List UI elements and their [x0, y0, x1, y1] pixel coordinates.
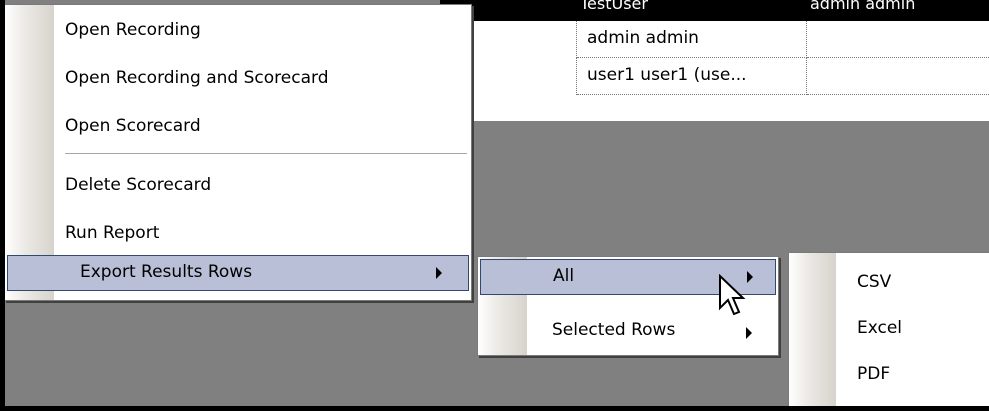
menu-item-label: Excel: [857, 318, 903, 338]
context-menu: Open Recording Open Recording and Scorec…: [4, 4, 472, 301]
menu-item-excel[interactable]: Excel: [789, 311, 989, 347]
menu-item-csv[interactable]: CSV: [789, 265, 989, 301]
table-row[interactable]: user1 user1 (use...: [440, 58, 989, 95]
menu-item-label: Open Recording and Scorecard: [65, 68, 329, 88]
menu-item-delete-scorecard[interactable]: Delete Scorecard: [5, 168, 471, 204]
menu-item-export-results-rows[interactable]: Export Results Rows: [7, 255, 469, 291]
mouse-pointer-icon: [719, 274, 746, 316]
menu-separator: [65, 153, 467, 155]
table-cell[interactable]: [807, 58, 989, 95]
window-border: [0, 406, 989, 411]
grid-header-cell: admin admin: [810, 0, 916, 13]
menu-item-label: Selected Rows: [552, 320, 676, 340]
grid-header-row: TestUser admin admin: [440, 0, 989, 21]
menu-item-selected-rows[interactable]: Selected Rows: [478, 313, 778, 349]
menu-item-pdf[interactable]: PDF: [789, 357, 989, 393]
menu-item-label: Run Report: [65, 223, 160, 243]
table-cell[interactable]: admin admin: [577, 21, 807, 58]
menu-item-label: Export Results Rows: [80, 262, 253, 282]
table-cell[interactable]: [807, 21, 989, 58]
table-cell[interactable]: user1 user1 (use...: [577, 58, 807, 95]
menu-item-open-recording[interactable]: Open Recording: [5, 13, 471, 49]
menu-item-label: All: [553, 266, 575, 286]
menu-item-open-recording-and-scorecard[interactable]: Open Recording and Scorecard: [5, 61, 471, 97]
format-submenu: CSV Excel PDF: [788, 252, 989, 409]
menu-item-label: CSV: [857, 272, 892, 292]
submenu-arrow-icon: [746, 327, 752, 339]
window-border: [0, 0, 5, 411]
grid-header-cell: TestUser: [580, 0, 648, 13]
menu-item-run-report[interactable]: Run Report: [5, 216, 471, 252]
menu-item-label: PDF: [857, 364, 891, 384]
menu-item-label: Open Recording: [65, 20, 201, 40]
menu-item-open-scorecard[interactable]: Open Scorecard: [5, 109, 471, 145]
table-row[interactable]: admin admin: [440, 21, 989, 58]
menu-item-label: Delete Scorecard: [65, 175, 212, 195]
submenu-arrow-icon: [436, 267, 442, 279]
submenu-arrow-icon: [747, 271, 753, 283]
menu-item-label: Open Scorecard: [65, 116, 201, 136]
table-row: [440, 95, 989, 121]
